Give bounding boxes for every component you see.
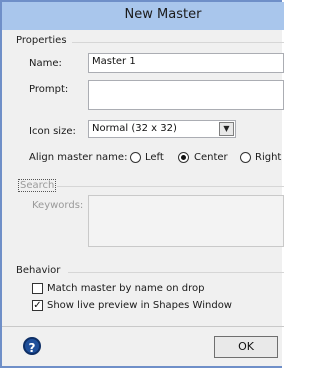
match-master-label: Match master by name on drop	[47, 283, 205, 294]
live-preview-label: Show live preview in Shapes Window	[47, 300, 232, 311]
window-title: New Master	[124, 7, 202, 22]
footer-divider	[2, 326, 284, 327]
behavior-divider	[68, 272, 284, 273]
chevron-down-icon[interactable]: ▼	[219, 122, 234, 136]
keywords-input[interactable]	[88, 195, 284, 247]
keywords-label: Keywords:	[32, 200, 84, 211]
name-label: Name:	[29, 58, 62, 69]
icon-size-select[interactable]: Normal (32 x 32) ▼	[88, 120, 236, 138]
ok-button[interactable]: OK	[214, 336, 278, 358]
align-center-radio[interactable]	[178, 152, 189, 163]
align-right-label: Right	[255, 152, 282, 163]
search-header: Search	[18, 179, 57, 192]
new-master-dialog: New Master Properties Name: Master 1 Pro…	[0, 0, 284, 368]
align-center-label: Center	[194, 152, 228, 163]
prompt-input[interactable]	[88, 80, 284, 110]
align-master-name-label: Align master name:	[29, 152, 128, 163]
title-bar[interactable]: New Master	[2, 2, 284, 30]
help-icon[interactable]: ?	[23, 337, 41, 355]
search-divider	[57, 186, 284, 187]
align-left-label: Left	[145, 152, 164, 163]
properties-divider	[72, 42, 284, 43]
icon-size-label: Icon size:	[29, 126, 76, 137]
match-master-checkbox[interactable]	[32, 283, 43, 294]
align-right-radio[interactable]	[240, 152, 251, 163]
icon-size-value: Normal (32 x 32)	[92, 123, 177, 134]
live-preview-checkbox[interactable]: ✓	[32, 300, 43, 311]
behavior-header: Behavior	[16, 265, 61, 276]
properties-header: Properties	[16, 35, 67, 46]
prompt-label: Prompt:	[29, 84, 69, 95]
align-left-radio[interactable]	[130, 152, 141, 163]
name-input[interactable]: Master 1	[88, 53, 284, 73]
checkmark-icon: ✓	[33, 300, 42, 311]
